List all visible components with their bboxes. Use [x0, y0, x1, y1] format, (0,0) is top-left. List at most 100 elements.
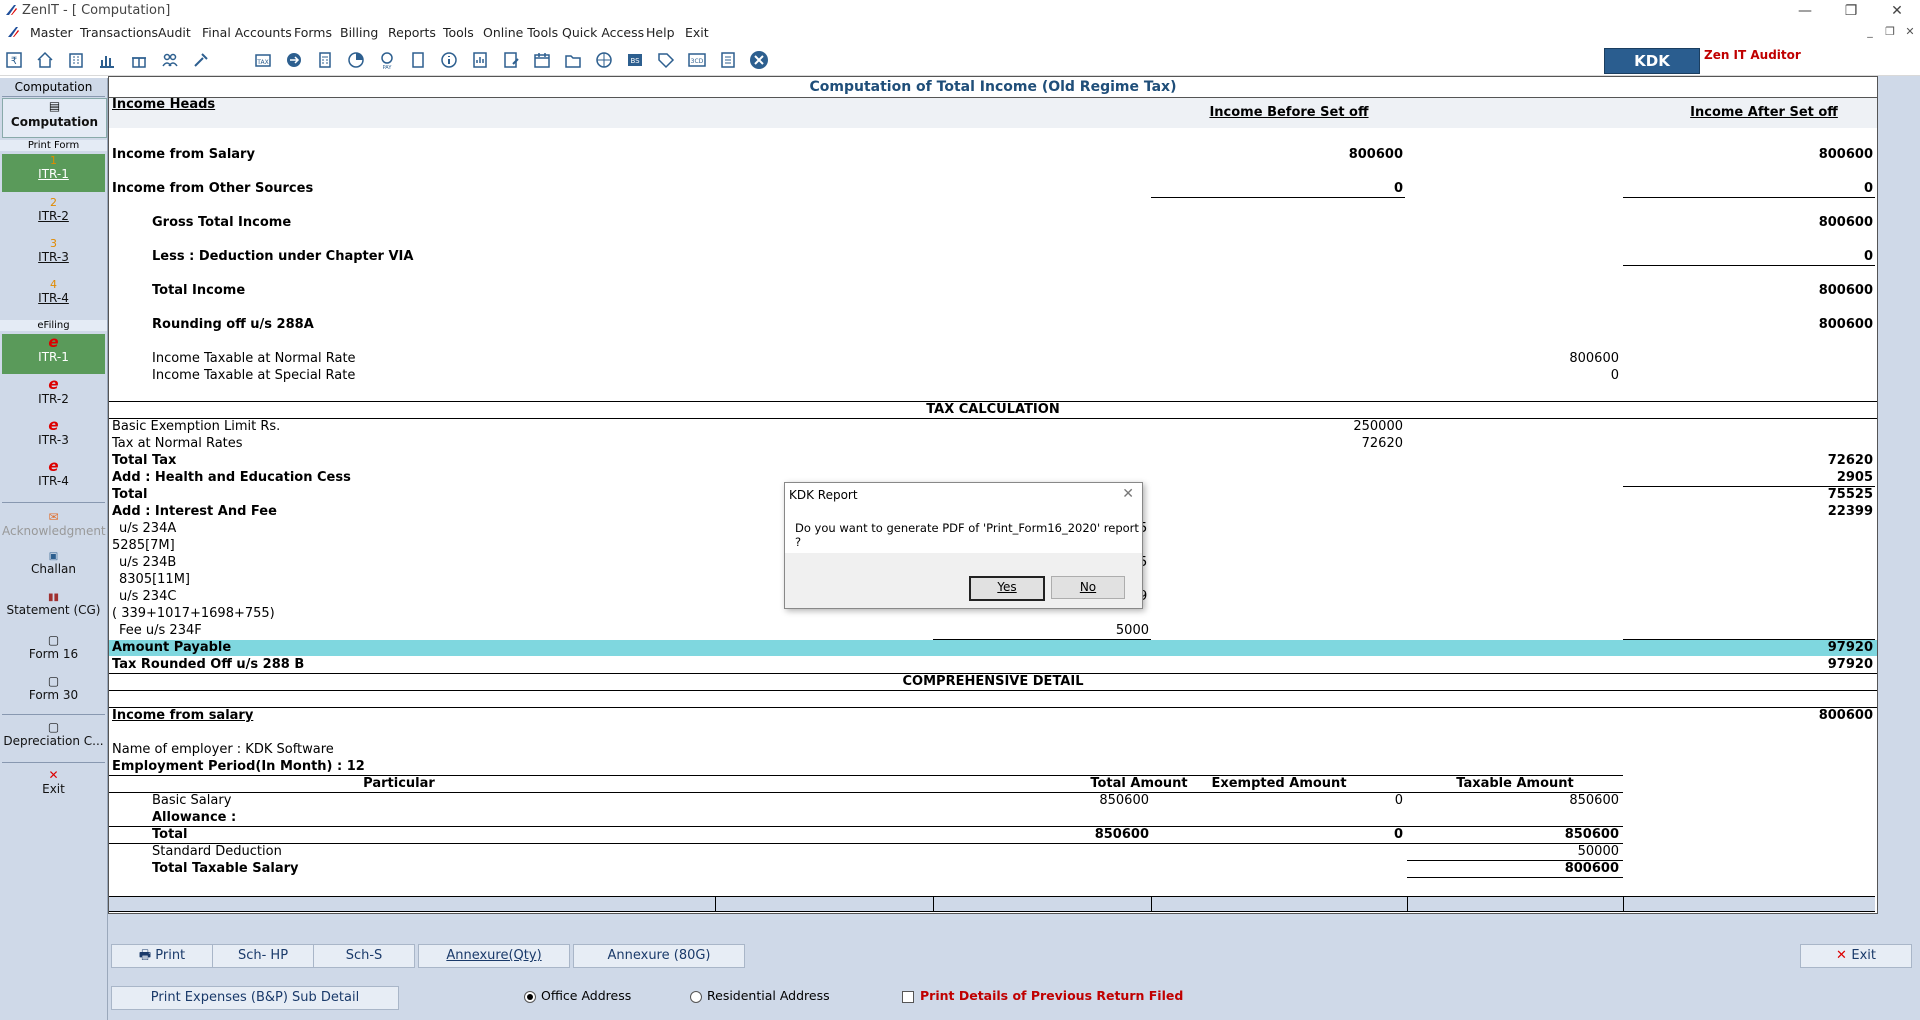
print-itr-3[interactable]: 3 ITR-3 [2, 237, 105, 275]
menu-quick-access[interactable]: Quick Access [562, 25, 644, 40]
computation-button[interactable]: ▤ Computation [2, 98, 107, 138]
section-print-form: Print Form [0, 140, 107, 151]
info-icon[interactable] [437, 48, 461, 72]
menu-audit[interactable]: Audit [158, 25, 191, 40]
mdi-minimize-button[interactable]: _ [1862, 24, 1878, 40]
office-address-radio[interactable]: Office Address [524, 988, 631, 1003]
col-after-heading: Income After Set off [1690, 105, 1838, 120]
building-icon[interactable] [64, 48, 88, 72]
deduction-label: Less : Deduction under Chapter VIA [152, 249, 414, 264]
exit-button[interactable]: ✕ Exit [2, 768, 105, 804]
rupee-book-icon[interactable]: ₹ [2, 48, 26, 72]
bar-chart-icon[interactable] [95, 48, 119, 72]
mdi-restore-button[interactable]: ❐ [1882, 24, 1898, 40]
report-icon[interactable] [468, 48, 492, 72]
divider [109, 707, 1877, 708]
statement-cg-button[interactable]: ▮▮ Statement (CG) [2, 592, 105, 628]
tax-icon[interactable]: TAX [251, 48, 275, 72]
print-itr-4[interactable]: 4 ITR-4 [2, 278, 105, 316]
edit-icon[interactable] [499, 48, 523, 72]
menu-online-tools[interactable]: Online Tools [483, 25, 558, 40]
sch-hp-button[interactable]: Sch- HP [212, 944, 314, 968]
residential-address-radio[interactable]: Residential Address [690, 988, 830, 1003]
efiling-itr-1[interactable]: e ITR-1 [2, 334, 105, 374]
acknowledgment-button[interactable]: ✉ Acknowledgment [2, 510, 106, 546]
folder-icon[interactable] [561, 48, 585, 72]
gti-label: Gross Total Income [152, 215, 292, 230]
close-button[interactable]: ✕ [1874, 0, 1920, 22]
prev-return-label: Print Details of Previous Return Filed [920, 988, 1184, 1003]
basic-salary-taxable: 850600 [1569, 793, 1619, 808]
dialog-close-icon[interactable]: ✕ [1122, 486, 1134, 502]
print-expenses-button[interactable]: Print Expenses (B&P) Sub Detail [111, 986, 399, 1010]
menu-tools[interactable]: Tools [443, 25, 474, 40]
radio-dot-icon [690, 990, 702, 1003]
menu-forms[interactable]: Forms [294, 25, 332, 40]
header-band [109, 98, 1877, 128]
total-income-value: 800600 [1818, 283, 1873, 298]
bs-icon[interactable]: BS [623, 48, 647, 72]
form30-button[interactable]: ▢ Form 30 [2, 674, 105, 710]
gift-icon[interactable] [127, 48, 151, 72]
depreciation-button[interactable]: ▢ Depreciation C... [2, 720, 105, 756]
amount-payable-row [109, 640, 1877, 656]
left-panel: Computation ▤ Computation Print Form 1 IT… [0, 78, 108, 1020]
globe-icon[interactable] [592, 48, 616, 72]
calendar-icon[interactable] [530, 48, 554, 72]
u234b-label: u/s 234B [119, 555, 177, 570]
print-itr-2[interactable]: 2 ITR-2 [2, 196, 105, 234]
menu-exit[interactable]: Exit [685, 25, 709, 40]
sch-s-button[interactable]: Sch-S [313, 944, 415, 968]
menu-reports[interactable]: Reports [388, 25, 436, 40]
efiling-itr-4[interactable]: e ITR-4 [2, 458, 105, 498]
print-itr-1[interactable]: 1 ITR-1 [2, 154, 105, 192]
form16-button[interactable]: ▢ Form 16 [2, 633, 105, 669]
3cd-icon[interactable]: 3CD [685, 48, 709, 72]
salary-total-exempt: 0 [1393, 827, 1403, 842]
challan-button[interactable]: ▣ Challan [2, 551, 105, 587]
restore-button[interactable]: ❐ [1828, 0, 1874, 22]
exit-label: Exit [1851, 948, 1877, 963]
document-icon[interactable] [406, 48, 430, 72]
efiling-itr-2[interactable]: e ITR-2 [2, 376, 105, 416]
rounding-label: Rounding off u/s 288A [152, 317, 314, 332]
calculator-icon[interactable] [313, 48, 337, 72]
home-icon[interactable] [33, 48, 57, 72]
kdk-assist-button[interactable]: KDK ASSIST [1604, 48, 1700, 94]
divider [933, 896, 934, 911]
other-sources-label: Income from Other Sources [112, 181, 314, 196]
depreciation-label: Depreciation C... [3, 734, 104, 748]
tag-icon[interactable] [654, 48, 678, 72]
col-before-heading: Income Before Set off [1209, 105, 1369, 120]
efiling-itr-3[interactable]: e ITR-3 [2, 417, 105, 457]
menu-billing[interactable]: Billing [340, 25, 378, 40]
ledger-icon[interactable] [716, 48, 740, 72]
arrows-icon[interactable] [282, 48, 306, 72]
annexure-80g-button[interactable]: Annexure (80G) [573, 944, 745, 968]
no-label: No [1079, 580, 1097, 594]
menu-final-accounts[interactable]: Final Accounts [202, 25, 292, 40]
menu-help[interactable]: Help [646, 25, 675, 40]
tools-icon[interactable] [189, 48, 213, 72]
pie-icon[interactable] [344, 48, 368, 72]
people-icon[interactable] [158, 48, 182, 72]
section-efiling: eFiling [0, 320, 107, 331]
exit-button-bottom[interactable]: ✕ Exit [1800, 944, 1912, 968]
prev-return-checkbox[interactable]: Print Details of Previous Return Filed [902, 988, 1183, 1003]
no-button[interactable]: No [1051, 576, 1125, 599]
gti-value: 800600 [1818, 215, 1873, 230]
yes-button[interactable]: Yes [969, 576, 1045, 601]
menu-master[interactable]: Master [30, 25, 73, 40]
pay-icon[interactable]: PAY [375, 48, 399, 72]
mdi-close-button[interactable]: ✕ [1902, 24, 1918, 40]
close-circle-icon[interactable] [747, 48, 771, 72]
minimize-button[interactable]: — [1782, 0, 1828, 22]
menu-transactions[interactable]: Transactions [80, 25, 158, 40]
zen-it-auditor-link[interactable]: Zen IT Auditor [1704, 48, 1801, 62]
annexure-qty-button[interactable]: Annexure(Qty) [418, 944, 570, 968]
salary-before: 800600 [1348, 147, 1403, 162]
challan-label: Challan [31, 562, 76, 576]
app-menu-icon[interactable] [6, 25, 20, 39]
right-strip [1878, 76, 1920, 944]
print-button[interactable]: 🖶 Print [111, 944, 213, 968]
